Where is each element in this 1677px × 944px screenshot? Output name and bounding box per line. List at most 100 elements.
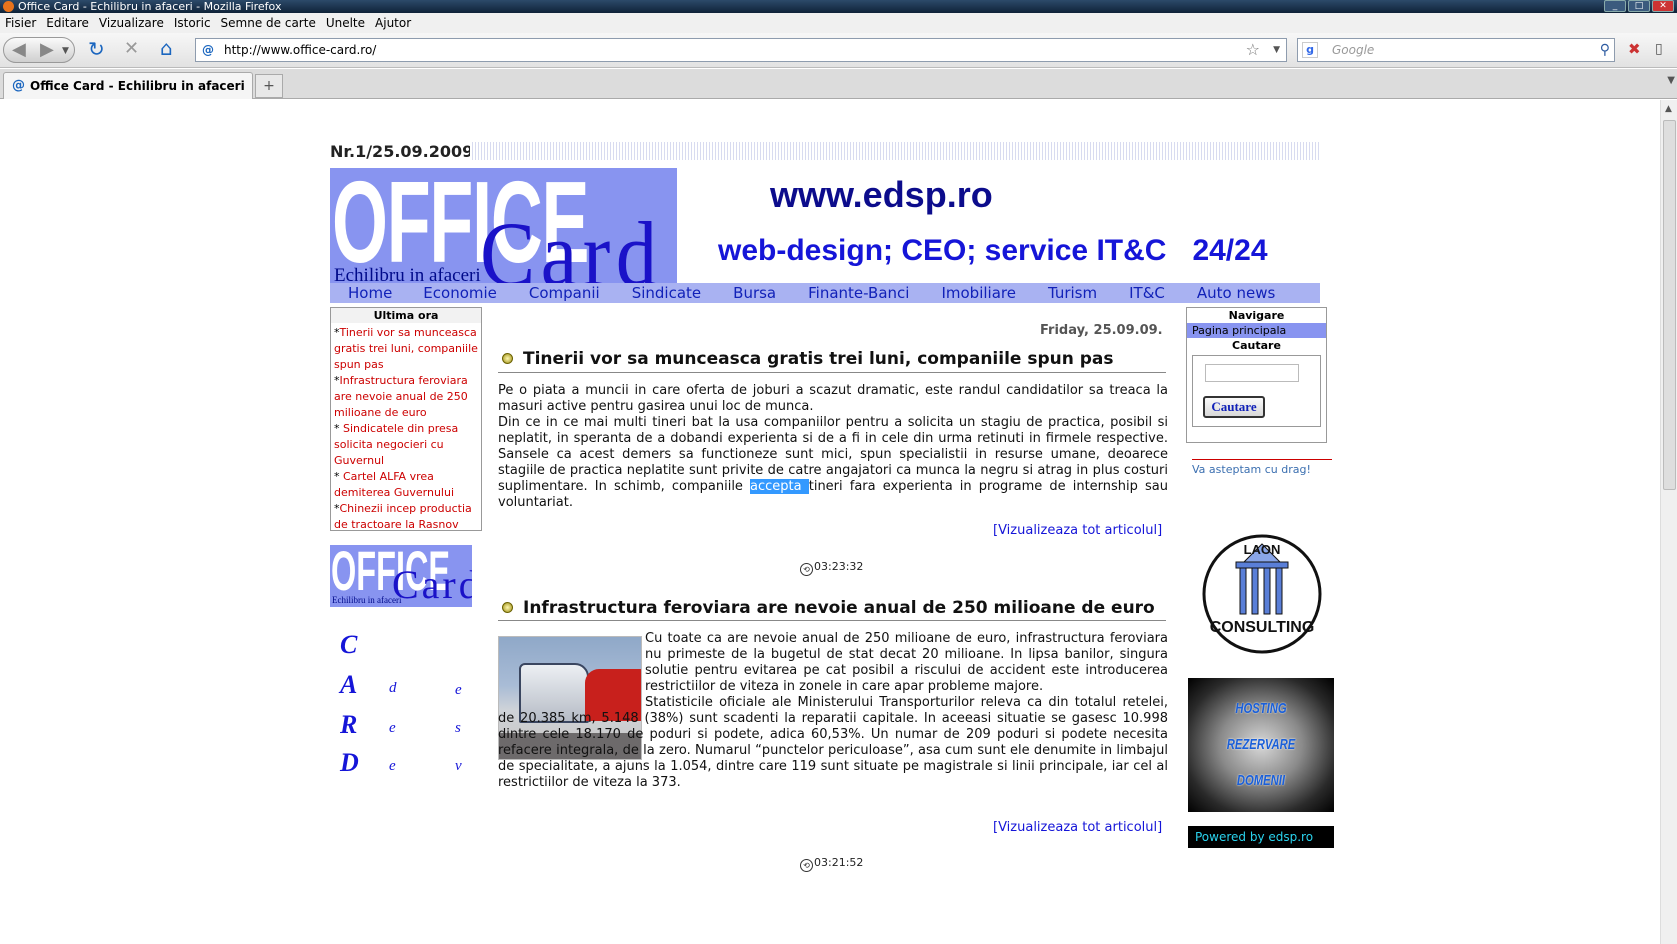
- highlighted-text: accepta: [750, 479, 809, 494]
- home-page-link[interactable]: Pagina principala: [1187, 323, 1326, 338]
- addon-icon[interactable]: ✖: [1628, 38, 1641, 60]
- nav-itc[interactable]: IT&C: [1129, 283, 1165, 303]
- card-small-letter: s: [455, 720, 461, 736]
- welcome-text: Va asteptam cu drag!: [1192, 463, 1311, 476]
- card-letter-a: A: [340, 670, 358, 699]
- article-time: ⟲ 03:21:52: [800, 856, 863, 872]
- read-more-link[interactable]: [Vizualizeaza tot articolul]: [993, 523, 1162, 538]
- latest-news-item[interactable]: *Chinezii incep productia de tractoare l…: [334, 501, 478, 533]
- google-engine-icon[interactable]: g: [1302, 42, 1318, 58]
- new-tab-button[interactable]: +: [255, 74, 283, 98]
- scroll-up-icon[interactable]: ▲: [1665, 104, 1672, 114]
- card-letter-c: C: [340, 630, 358, 659]
- menu-istoric[interactable]: Istoric: [174, 13, 211, 33]
- search-title: Cautare: [1232, 339, 1281, 352]
- tab-title: Office Card - Echilibru in afaceri: [30, 79, 245, 93]
- office-card-logo[interactable]: OFFICE Card Echilibru in afaceri: [330, 168, 677, 290]
- navigation-toolbar: ◀ ▶ ▼ ↻ ✕ ⌂ @ http://www.office-card.ro/…: [0, 33, 1677, 68]
- article-title[interactable]: Infrastructura feroviara are nevoie anua…: [523, 598, 1155, 618]
- article-body: Cu toate ca are nevoie anual de 250 mili…: [645, 631, 1168, 694]
- card-letter-r: R: [340, 710, 358, 739]
- banner-site[interactable]: www.edsp.ro: [770, 174, 993, 216]
- maximize-button[interactable]: □: [1628, 0, 1650, 12]
- menu-semne-de-carte[interactable]: Semne de carte: [221, 13, 316, 33]
- tab-list-icon[interactable]: ▼: [1667, 75, 1675, 86]
- nav-home[interactable]: Home: [348, 283, 392, 303]
- nav-turism[interactable]: Turism: [1048, 283, 1097, 303]
- firefox-icon: [3, 1, 14, 12]
- window-controls: _ □ ✕: [1604, 0, 1674, 12]
- back-arrow-icon[interactable]: ◀: [12, 39, 26, 61]
- nav-auto-news[interactable]: Auto news: [1197, 283, 1275, 303]
- menu-bar: Fisier Editare Vizualizare Istoric Semne de …: [0, 13, 1677, 33]
- read-more-link[interactable]: [Vizualizeaza tot articolul]: [993, 820, 1162, 835]
- site-favicon-icon: @: [202, 43, 214, 57]
- bookmark-star-icon[interactable]: ☆: [1246, 39, 1260, 61]
- nav-sindicate[interactable]: Sindicate: [632, 283, 701, 303]
- vertical-scrollbar[interactable]: ▲: [1660, 100, 1677, 944]
- toolbar-close-icon[interactable]: ▯: [1655, 38, 1663, 60]
- tab-bar: @ Office Card - Echilibru in afaceri + ▼: [0, 69, 1677, 99]
- menu-unelte[interactable]: Unelte: [326, 13, 365, 33]
- article-bullet-icon: [502, 602, 513, 613]
- card-small-letter: v: [455, 758, 462, 774]
- latest-news-item[interactable]: * Cartel ALFA vrea demiterea Guvernului: [334, 469, 478, 501]
- latest-news-item[interactable]: *Infrastructura feroviara are nevoie anu…: [334, 373, 478, 421]
- hosting-line: HOSTING: [1235, 700, 1287, 717]
- menu-fisier[interactable]: Fisier: [5, 13, 36, 33]
- latest-news-title: Ultima ora: [331, 308, 481, 323]
- hosting-line: REZERVARE: [1226, 736, 1296, 753]
- menu-vizualizare[interactable]: Vizualizare: [99, 13, 164, 33]
- tab-office-card[interactable]: @ Office Card - Echilibru in afaceri: [3, 72, 253, 99]
- card-letter-d: D: [340, 748, 359, 777]
- clock-icon: ⟲: [800, 563, 813, 576]
- issue-number: Nr.1/25.09.2009: [330, 142, 474, 161]
- article-bullet-icon: [502, 353, 513, 364]
- url-dropdown-icon[interactable]: ▼: [1273, 39, 1280, 61]
- sidebar-search-button[interactable]: Cautare: [1203, 396, 1265, 418]
- search-placeholder: Google: [1332, 43, 1375, 57]
- page-date: Friday, 25.09.09.: [1040, 323, 1163, 338]
- minimize-button[interactable]: _: [1604, 0, 1626, 12]
- article-time: ⟲ 03:23:32: [800, 560, 863, 576]
- back-forward-group: ◀ ▶ ▼: [3, 37, 75, 63]
- nav-finante-banci[interactable]: Finante-Banci: [808, 283, 909, 303]
- card-small-letter: e: [389, 720, 396, 736]
- search-bar[interactable]: g Google ⚲: [1297, 38, 1615, 62]
- home-icon[interactable]: ⌂: [160, 37, 173, 59]
- logo-card-text: Card: [480, 203, 663, 290]
- menu-ajutor[interactable]: Ajutor: [375, 13, 411, 33]
- logo-small-tagline: Echilibru in afaceri: [332, 595, 402, 605]
- latest-news-list: *Tinerii vor sa munceasca gratis trei lu…: [331, 323, 481, 535]
- office-card-logo-small[interactable]: OFFICE Card Echilibru in afaceri: [330, 545, 472, 607]
- nav-companii[interactable]: Companii: [529, 283, 600, 303]
- navigation-title: Navigare: [1228, 309, 1285, 322]
- window-title-bar: Office Card - Echilibru in afaceri - Moz…: [0, 0, 1677, 13]
- nav-bursa[interactable]: Bursa: [733, 283, 776, 303]
- article-title[interactable]: Tinerii vor sa munceasca gratis trei lun…: [523, 349, 1114, 369]
- nav-economie[interactable]: Economie: [423, 283, 497, 303]
- reload-icon[interactable]: ↻: [88, 38, 105, 60]
- forward-arrow-icon[interactable]: ▶: [40, 39, 54, 61]
- laon-logo-bottom: CONSULTING: [1210, 619, 1315, 636]
- history-dropdown-icon[interactable]: ▼: [62, 40, 69, 62]
- latest-news-item[interactable]: * Sindicatele din presa solicita negocie…: [334, 421, 478, 469]
- powered-by-link[interactable]: Powered by edsp.ro: [1188, 826, 1334, 848]
- stop-icon[interactable]: ✕: [124, 38, 139, 60]
- tab-favicon-icon: @: [12, 78, 25, 93]
- banner-services: web-design; CEO; service IT&C: [718, 234, 1167, 267]
- nav-imobiliare[interactable]: Imobiliare: [941, 283, 1016, 303]
- scroll-thumb[interactable]: [1663, 120, 1676, 490]
- article-title-rule: [498, 372, 1166, 373]
- sidebar-search-input[interactable]: [1205, 364, 1299, 382]
- close-window-button[interactable]: ✕: [1652, 0, 1674, 12]
- address-bar[interactable]: @ http://www.office-card.ro/ ☆ ▼: [195, 38, 1287, 62]
- laon-consulting-logo[interactable]: LAON CONSULTING: [1200, 532, 1324, 656]
- search-magnifier-icon[interactable]: ⚲: [1600, 39, 1610, 61]
- menu-editare[interactable]: Editare: [46, 13, 89, 33]
- hosting-banner[interactable]: HOSTING REZERVARE DOMENII: [1188, 678, 1334, 812]
- navigation-box: Navigare Pagina principala Cautare Cauta…: [1186, 307, 1327, 443]
- header-pattern: [470, 142, 1320, 160]
- latest-news-item[interactable]: *Tinerii vor sa munceasca gratis trei lu…: [334, 325, 478, 373]
- main-nav: Home Economie Companii Sindicate Bursa F…: [330, 283, 1320, 303]
